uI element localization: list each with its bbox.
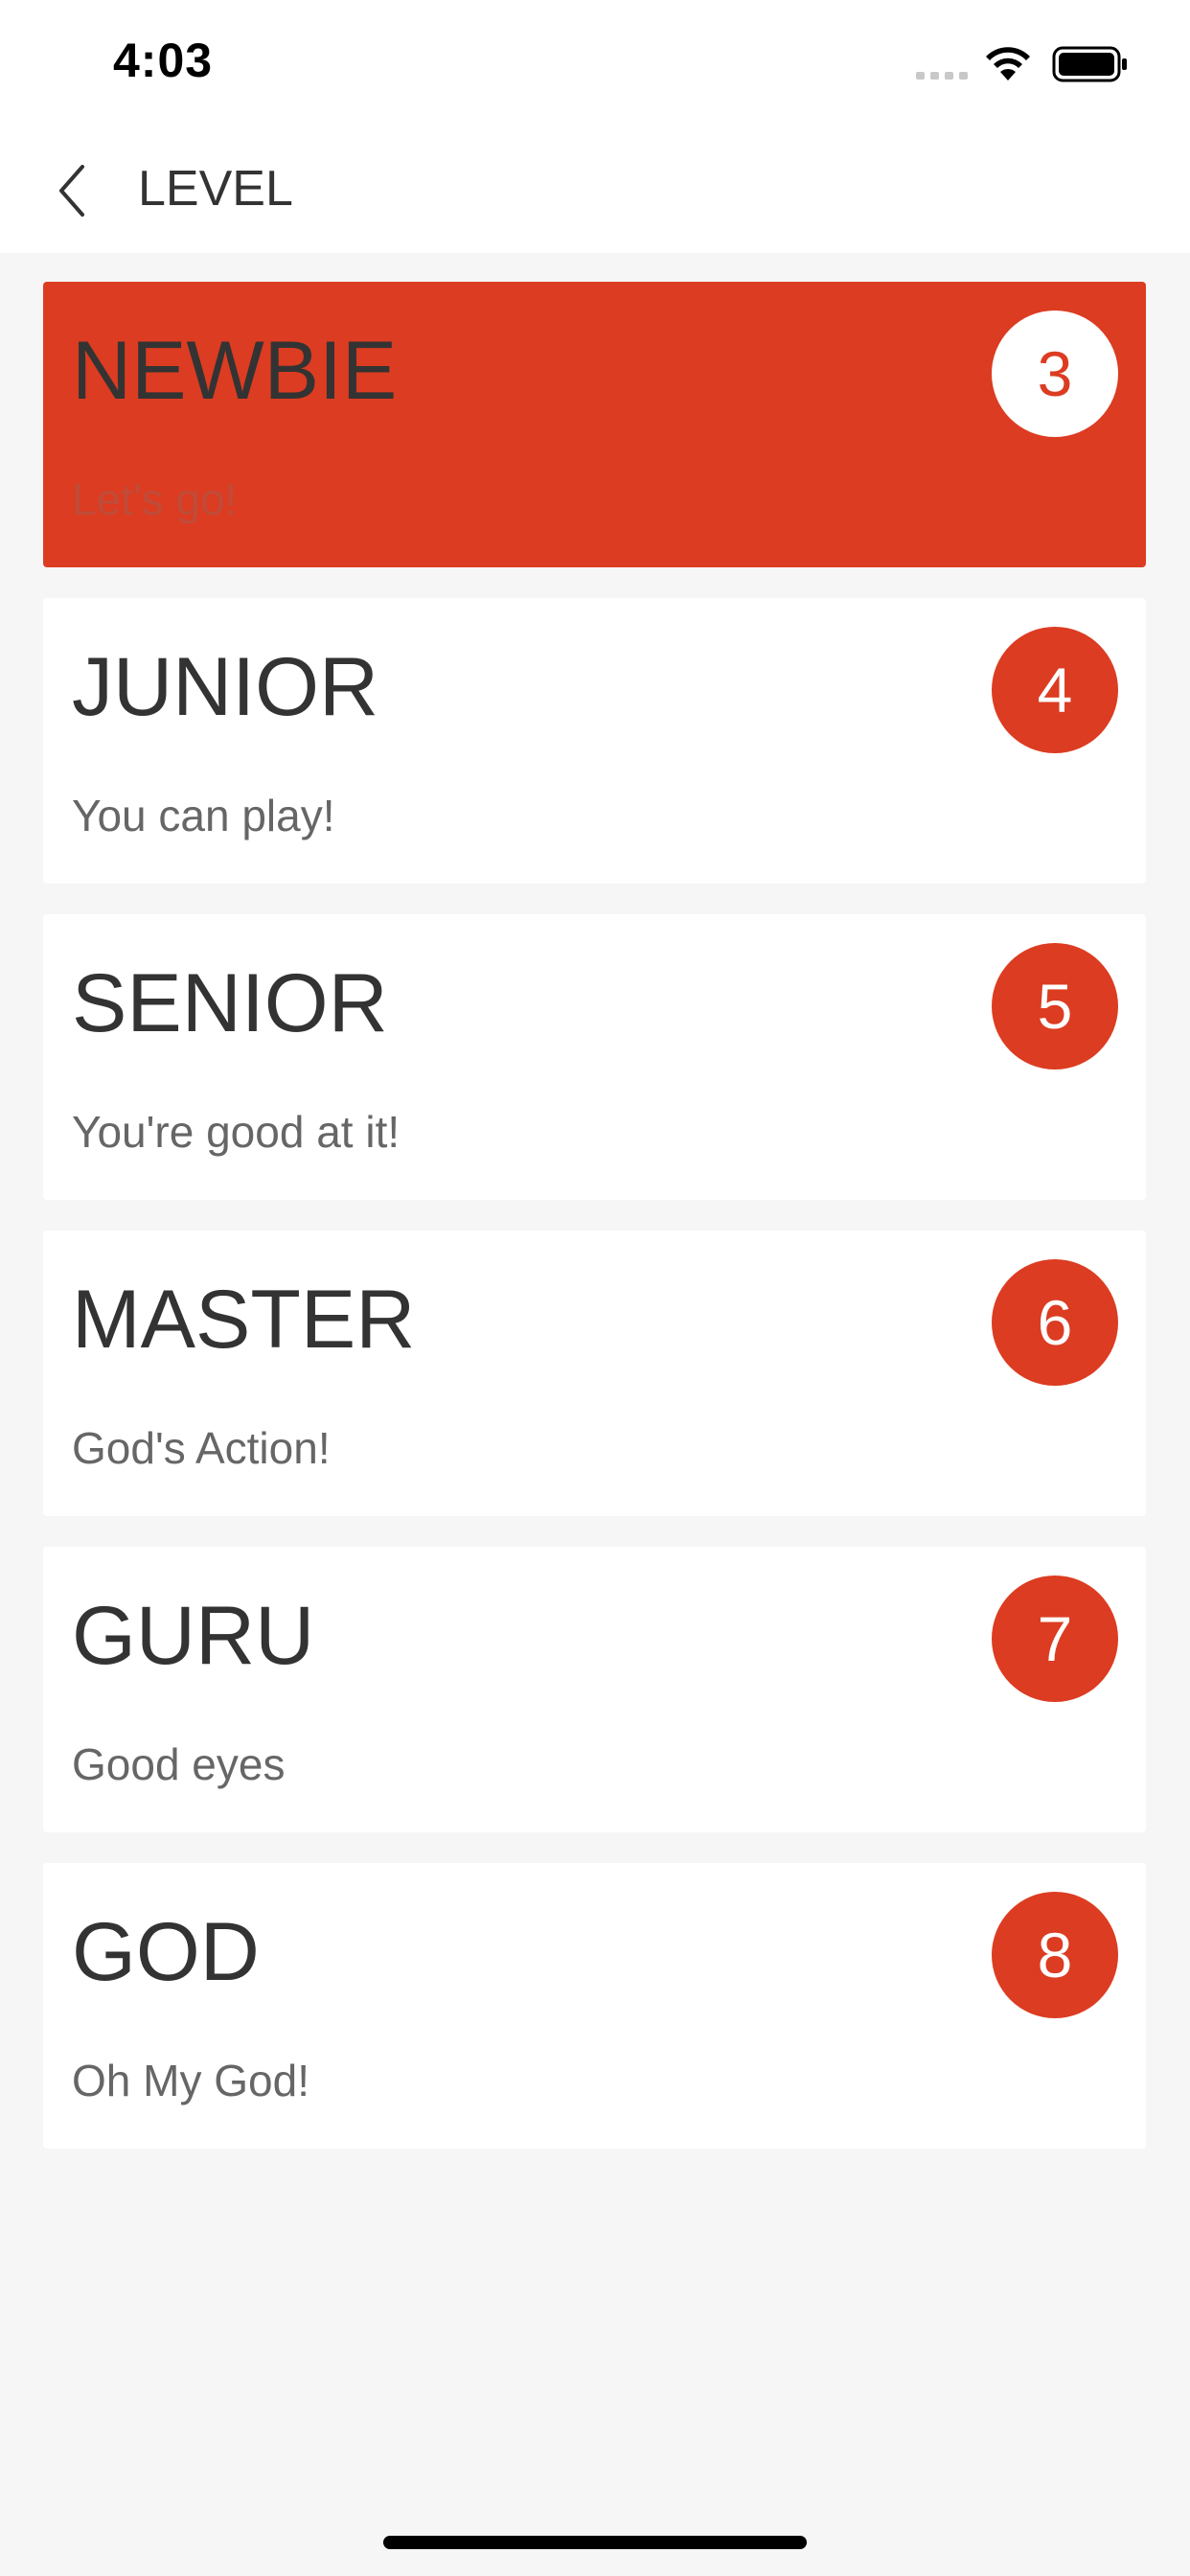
level-card-master[interactable]: MASTER God's Action! 6	[43, 1230, 1146, 1516]
level-description: Good eyes	[72, 1739, 286, 1789]
wifi-icon	[986, 47, 1030, 80]
level-name: JUNIOR	[72, 641, 379, 733]
navigation-bar: LEVEL	[0, 126, 1190, 253]
status-time: 4:03	[113, 34, 214, 87]
level-name: NEWBIE	[72, 325, 398, 417]
home-indicator[interactable]	[383, 2536, 807, 2549]
level-card-newbie[interactable]: NEWBIE Let's go! 3	[43, 282, 1146, 567]
status-bar: 4:03	[0, 0, 1190, 126]
level-badge: 6	[992, 1259, 1118, 1386]
level-badge: 4	[992, 627, 1118, 753]
level-badge: 5	[992, 943, 1118, 1070]
level-card-guru[interactable]: GURU Good eyes 7	[43, 1547, 1146, 1832]
level-name: SENIOR	[72, 957, 388, 1049]
level-description: God's Action!	[72, 1423, 331, 1473]
level-name: MASTER	[72, 1274, 416, 1366]
level-description: Let's go!	[72, 474, 238, 524]
level-description: Oh My God!	[72, 2056, 309, 2105]
level-list: NEWBIE Let's go! 3 JUNIOR You can play! …	[43, 282, 1146, 2179]
level-description: You're good at it!	[72, 1107, 400, 1157]
page-title: LEVEL	[138, 161, 293, 217]
level-badge: 3	[992, 310, 1118, 437]
cellular-signal-icon	[916, 72, 968, 80]
level-badge: 7	[992, 1576, 1118, 1702]
level-description: You can play!	[72, 791, 335, 840]
level-name: GURU	[72, 1590, 315, 1682]
level-card-senior[interactable]: SENIOR You're good at it! 5	[43, 914, 1146, 1200]
battery-icon	[1052, 46, 1127, 82]
back-chevron-icon[interactable]	[54, 161, 92, 220]
level-badge: 8	[992, 1892, 1118, 2018]
level-card-junior[interactable]: JUNIOR You can play! 4	[43, 598, 1146, 884]
level-card-god[interactable]: GOD Oh My God! 8	[43, 1863, 1146, 2149]
level-name: GOD	[72, 1906, 260, 1998]
